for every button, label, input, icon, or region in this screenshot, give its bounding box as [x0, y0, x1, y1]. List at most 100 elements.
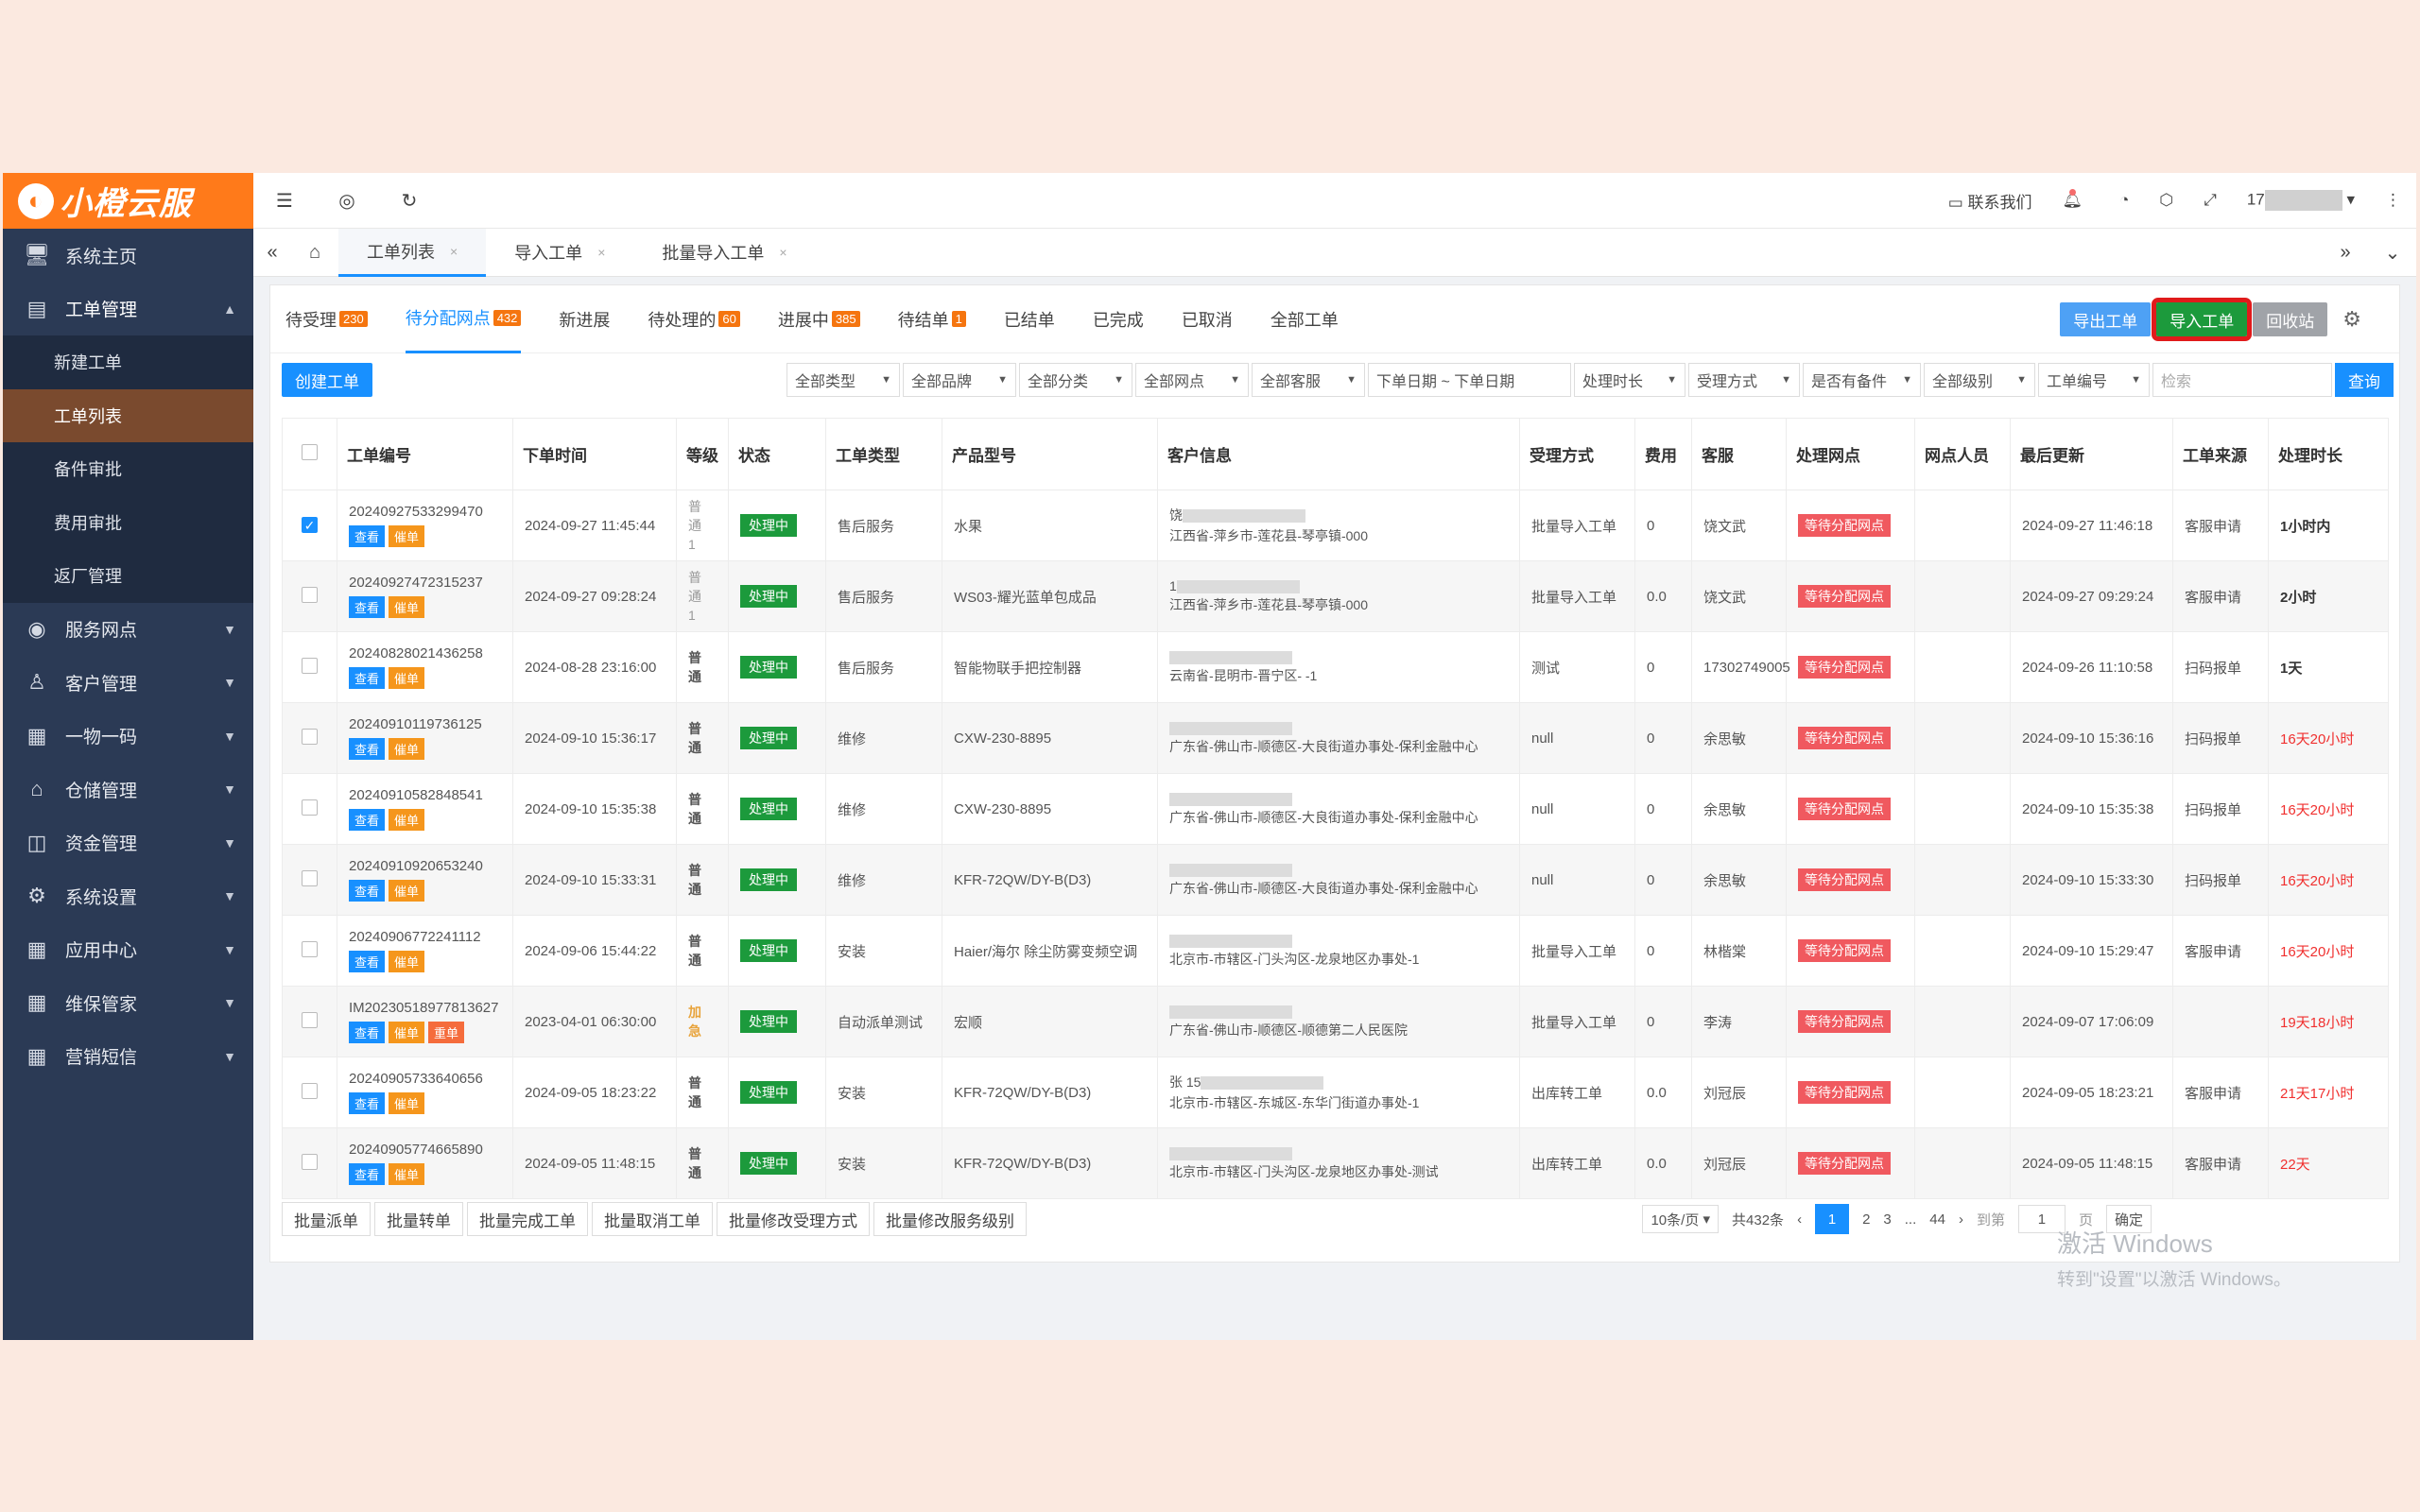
sidebar-subitem[interactable]: 费用审批 — [3, 496, 253, 550]
sidebar-item[interactable]: ▦ 一物一码 ▼ — [3, 710, 253, 764]
order-id[interactable]: IM20230518977813627 — [349, 1000, 501, 1016]
more-icon[interactable]: ⋮ — [2385, 191, 2401, 210]
sidebar-item[interactable]: ⌂ 仓储管理 ▼ — [3, 763, 253, 816]
page-tab[interactable]: 工单列表 × — [338, 228, 487, 277]
view-button[interactable]: 查看 — [349, 1163, 386, 1185]
row-checkbox[interactable] — [302, 657, 318, 674]
order-id[interactable]: 20240927533299470 — [349, 504, 501, 520]
table-row[interactable]: IM20230518977813627 查看 催单 重单 2023-04-01 06:3… — [282, 986, 2389, 1057]
refresh-icon[interactable]: ↻ — [378, 189, 441, 213]
view-button[interactable]: 查看 — [349, 738, 386, 760]
batch-action-button[interactable]: 批量修改服务级别 — [873, 1202, 1027, 1236]
language-globe-icon[interactable]: ◎ — [316, 189, 378, 213]
sidebar-subitem[interactable]: 备件审批 — [3, 442, 253, 496]
dashboard-icon[interactable]: ◔ — [2119, 191, 2129, 210]
table-row[interactable]: ✓ 20240927533299470 查看 催单 2024-09-27 11:45:4… — [282, 490, 2389, 561]
sidebar-item[interactable]: 🖥︎ 系统主页 — [3, 229, 253, 283]
status-tab[interactable]: 已取消 — [1182, 285, 1233, 353]
batch-action-button[interactable]: 批量完成工单 — [467, 1202, 588, 1236]
urge-button[interactable]: 催单 — [389, 525, 425, 547]
date-range-input[interactable]: 下单日期 ~ 下单日期 — [1368, 363, 1571, 397]
row-checkbox[interactable] — [302, 869, 318, 886]
filter-select[interactable]: 受理方式 ▼ — [1688, 363, 1800, 397]
status-tab[interactable]: 待受理 230 — [285, 285, 368, 353]
page-tab[interactable]: 导入工单 × — [486, 229, 633, 277]
view-button[interactable]: 查看 — [349, 880, 386, 902]
table-row[interactable]: 20240910920653240 查看 催单 2024-09-10 15:33:31… — [282, 844, 2389, 916]
table-row[interactable]: 20240828021436258 查看 催单 2024-08-28 23:16:00… — [282, 631, 2389, 703]
page-number[interactable]: 2 — [1862, 1211, 1870, 1228]
view-button[interactable]: 查看 — [349, 596, 386, 618]
filter-select[interactable]: 全部网点 ▼ — [1135, 363, 1249, 397]
status-tab[interactable]: 待处理的 60 — [648, 285, 740, 353]
sidebar-subitem[interactable]: 工单列表 — [3, 388, 253, 442]
row-checkbox[interactable]: ✓ — [302, 517, 318, 533]
filter-select[interactable]: 工单编号 ▼ — [2038, 363, 2150, 397]
order-id[interactable]: 20240927472315237 — [349, 575, 501, 591]
view-button[interactable]: 查看 — [349, 951, 386, 972]
sidebar-item[interactable]: ◉ 服务网点 ▼ — [3, 603, 253, 657]
urge-button[interactable]: 催单 — [389, 1092, 425, 1114]
row-checkbox[interactable] — [302, 1011, 318, 1028]
page-tab[interactable]: 批量导入工单 × — [633, 229, 815, 277]
row-checkbox[interactable] — [302, 940, 318, 957]
bell-icon[interactable]: 🔔︎ — [2062, 189, 2089, 210]
view-button[interactable]: 查看 — [349, 809, 386, 831]
batch-action-button[interactable]: 批量派单 — [282, 1202, 371, 1236]
per-page-select[interactable]: 10条/页 ▾ — [1642, 1205, 1720, 1233]
close-icon[interactable]: × — [597, 245, 605, 260]
row-checkbox[interactable] — [302, 728, 318, 745]
row-checkbox[interactable] — [302, 799, 318, 816]
view-button[interactable]: 查看 — [349, 525, 386, 547]
urge-button[interactable]: 催单 — [389, 1163, 425, 1185]
sidebar-item[interactable]: ◫ 资金管理 ▼ — [3, 816, 253, 870]
order-id[interactable]: 20240905733640656 — [349, 1071, 501, 1087]
next-page-icon[interactable]: › — [1959, 1211, 1963, 1228]
status-tab[interactable]: 新进展 — [559, 285, 610, 353]
sidebar-item[interactable]: ▦ 应用中心 ▼ — [3, 923, 253, 977]
row-checkbox[interactable] — [302, 1082, 318, 1099]
urge-button[interactable]: 催单 — [389, 809, 425, 831]
table-row[interactable]: 20240905733640656 查看 催单 2024-09-05 18:23:22… — [282, 1057, 2389, 1128]
view-button[interactable]: 查看 — [349, 667, 386, 689]
row-checkbox[interactable] — [302, 586, 318, 603]
view-button[interactable]: 查看 — [349, 1092, 386, 1114]
export-orders-button[interactable]: 导出工单 — [2060, 302, 2152, 336]
select-all-checkbox[interactable] — [302, 443, 318, 460]
filter-select[interactable]: 处理时长 ▼ — [1574, 363, 1685, 397]
sidebar-item[interactable]: ▤ 工单管理 ▲ — [3, 283, 253, 336]
app-logo[interactable]: ◐ 小橙云服 — [3, 173, 253, 229]
filter-select[interactable]: 全部级别 ▼ — [1924, 363, 2035, 397]
query-button[interactable]: 查询 — [2335, 363, 2394, 397]
close-icon[interactable]: × — [450, 244, 458, 259]
batch-action-button[interactable]: 批量转单 — [374, 1202, 463, 1236]
urge-button[interactable]: 催单 — [389, 951, 425, 972]
tabs-dropdown-icon[interactable]: ⌄ — [2369, 241, 2416, 265]
view-button[interactable]: 查看 — [349, 1022, 386, 1043]
table-row[interactable]: 20240906772241112 查看 催单 2024-09-06 15:44:22… — [282, 915, 2389, 987]
filter-select[interactable]: 全部品牌 ▼ — [903, 363, 1016, 397]
table-row[interactable]: 20240927472315237 查看 催单 2024-09-27 09:28:24… — [282, 560, 2389, 632]
status-tab[interactable]: 全部工单 — [1270, 285, 1339, 353]
search-input[interactable]: 检索 — [2152, 363, 2332, 397]
page-number[interactable]: 44 — [1929, 1211, 1945, 1228]
tabs-scroll-right-icon[interactable]: » — [2322, 242, 2369, 264]
sidebar-item[interactable]: ♙ 客户管理 ▼ — [3, 656, 253, 710]
sidebar-item[interactable]: ⚙ 系统设置 ▼ — [3, 869, 253, 923]
row-checkbox[interactable] — [302, 1153, 318, 1170]
menu-toggle-icon[interactable]: ☰ — [253, 189, 316, 213]
urge-button[interactable]: 催单 — [389, 596, 425, 618]
recycle-bin-button[interactable]: 回收站 — [2253, 302, 2328, 336]
urge-button[interactable]: 催单 — [389, 1022, 425, 1043]
status-tab[interactable]: 已完成 — [1093, 285, 1144, 353]
batch-action-button[interactable]: 批量修改受理方式 — [717, 1202, 870, 1236]
status-tab[interactable]: 进展中 385 — [778, 285, 860, 353]
tabs-scroll-left-icon[interactable]: « — [253, 242, 291, 264]
status-tab[interactable]: 待结单 1 — [898, 285, 966, 353]
import-orders-button[interactable]: 导入工单 — [2152, 298, 2253, 341]
sidebar-item[interactable]: ▦ 维保管家 ▼ — [3, 976, 253, 1030]
urge-button[interactable]: 催单 — [389, 880, 425, 902]
urge-button[interactable]: 催单 — [389, 667, 425, 689]
filter-select[interactable]: 全部客服 ▼ — [1252, 363, 1365, 397]
order-id[interactable]: 20240905774665890 — [349, 1142, 501, 1158]
